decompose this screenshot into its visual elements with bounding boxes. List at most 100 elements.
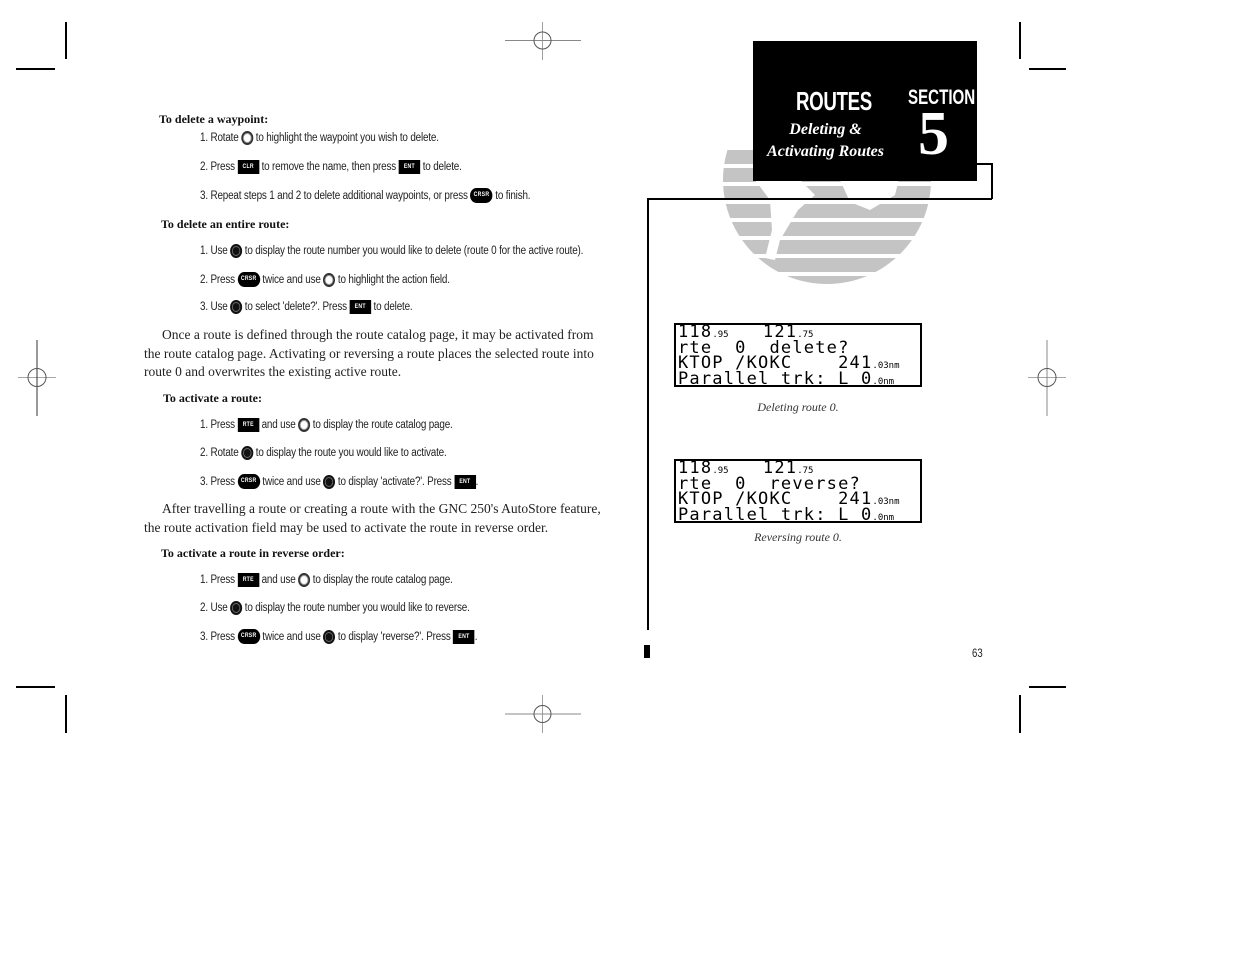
step-text: 2. Press <box>200 161 235 173</box>
step-text: to display the route catalog page. <box>312 419 453 431</box>
step-reverse-route-3: 3. Press CRSR twice and use to display '… <box>200 629 477 644</box>
section-subtitle: Deleting & Activating Routes <box>753 119 898 163</box>
section-number: 5 <box>918 100 949 168</box>
heading-reverse-route: To activate a route in reverse order: <box>161 546 345 560</box>
crop-mark <box>65 695 67 733</box>
frame-line <box>991 163 993 199</box>
step-text: to highlight the waypoint you wish to de… <box>255 132 439 144</box>
step-text: to display the route number you would li… <box>244 602 470 614</box>
step-reverse-route-2: 2. Use to display the route number you w… <box>200 601 470 615</box>
frame-line <box>647 198 992 200</box>
step-delete-route-1: 1. Use to display the route number you w… <box>200 244 583 258</box>
step-text: . <box>474 630 478 643</box>
step-text: and use <box>261 419 296 431</box>
step-delete-waypoint-2: 2. Press CLR to remove the name, then pr… <box>200 160 462 174</box>
step-activate-route-3: 3. Press CRSR twice and use to display '… <box>200 474 478 489</box>
outer-knob-icon <box>298 418 311 432</box>
step-text: to display the route number you would li… <box>244 245 584 257</box>
heading-delete-route: To delete an entire route: <box>161 217 290 231</box>
page-number: 63 <box>972 646 983 660</box>
step-text: to display 'reverse?'. Press <box>337 630 451 643</box>
step-text: 2. Rotate <box>200 447 239 459</box>
crop-mark <box>16 68 55 70</box>
step-text: and use <box>261 574 296 586</box>
caption-reverse: Reversing route 0. <box>754 530 842 544</box>
section-subtitle-line1: Deleting & <box>789 121 862 138</box>
registration-mark-right <box>1028 340 1066 416</box>
crop-mark <box>1029 686 1066 688</box>
step-delete-waypoint-3: 3. Repeat steps 1 and 2 to delete additi… <box>200 188 531 203</box>
step-text: to select 'delete?'. Press <box>244 301 347 313</box>
ent-key-icon: ENT <box>454 474 476 489</box>
step-text: to display 'activate?'. Press <box>337 475 452 488</box>
step-activate-route-2: 2. Rotate to display the route you would… <box>200 446 447 460</box>
registration-mark-left <box>18 340 56 416</box>
section-header: ROUTES Deleting & Activating Routes SECT… <box>753 41 977 181</box>
step-text: 1. Press <box>200 574 235 586</box>
registration-mark-top <box>505 22 581 60</box>
step-text: to remove the name, then press <box>261 161 397 173</box>
crsr-key-icon: CRSR <box>237 272 260 287</box>
ent-key-icon: ENT <box>453 629 475 644</box>
outer-knob-icon <box>323 272 336 287</box>
crop-mark <box>1019 695 1021 733</box>
inner-knob-icon <box>230 244 243 258</box>
step-text: 1. Use <box>200 245 228 257</box>
lcd-line-parallel-track: Parallel trk: L 0.0nm <box>678 368 895 389</box>
step-text: 3. Press <box>200 475 235 488</box>
frame-line <box>647 198 649 630</box>
paragraph-text: After travelling a route or creating a r… <box>144 501 601 535</box>
crsr-key-icon: CRSR <box>470 188 493 203</box>
lcd-screen-reverse: 118.95 121.75 rte 0 reverse? KTOP /KOKC … <box>674 459 922 523</box>
inner-knob-icon <box>323 629 336 644</box>
step-text: 3. Use <box>200 301 228 313</box>
crsr-key-icon: CRSR <box>237 629 260 644</box>
section-subtitle-line2: Activating Routes <box>767 143 884 160</box>
ent-key-icon: ENT <box>398 160 421 174</box>
ent-key-icon: ENT <box>349 300 371 314</box>
step-text: twice and use <box>262 475 321 488</box>
step-text: to display the route you would like to a… <box>255 447 447 459</box>
step-activate-route-1: 1. Press RTE and use to display the rout… <box>200 418 453 432</box>
inner-knob-icon <box>230 601 243 615</box>
inner-knob-icon <box>230 300 243 314</box>
step-text: twice and use <box>262 273 321 286</box>
lcd-line-parallel-track: Parallel trk: L 0.0nm <box>678 504 895 525</box>
step-text: to delete. <box>373 301 413 313</box>
lcd-screen-delete: 118.95 121.75 rte 0 delete? KTOP /KOKC 2… <box>674 323 922 387</box>
registration-mark-bottom <box>505 695 581 733</box>
step-text: 2. Use <box>200 602 228 614</box>
step-reverse-route-1: 1. Press RTE and use to display the rout… <box>200 573 453 587</box>
step-text: 1. Rotate <box>200 132 239 144</box>
step-text: to highlight the action field. <box>337 273 450 286</box>
paragraph-activation-intro: Once a route is defined through the rout… <box>144 326 602 382</box>
step-text: to display the route catalog page. <box>312 574 453 586</box>
step-delete-route-2: 2. Press CRSR twice and use to highlight… <box>200 272 450 287</box>
step-delete-route-3: 3. Use to select 'delete?'. Press ENT to… <box>200 300 413 314</box>
outer-knob-icon <box>298 573 311 587</box>
section-title: ROUTES <box>796 86 872 116</box>
inner-knob-icon <box>323 474 336 489</box>
step-text: twice and use <box>262 630 321 643</box>
heading-delete-waypoint: To delete a waypoint: <box>159 112 269 126</box>
crop-mark <box>1019 22 1021 59</box>
caption-delete: Deleting route 0. <box>757 400 839 414</box>
step-text: 3. Repeat steps 1 and 2 to delete additi… <box>200 189 468 202</box>
inner-knob-icon <box>241 446 254 460</box>
rte-key-icon: RTE <box>237 573 259 587</box>
step-delete-waypoint-1: 1. Rotate to highlight the waypoint you … <box>200 131 439 145</box>
outer-knob-icon <box>241 131 254 145</box>
step-text: 3. Press <box>200 630 235 643</box>
step-text: 1. Press <box>200 419 235 431</box>
heading-activate-route: To activate a route: <box>163 391 262 405</box>
rte-key-icon: RTE <box>237 418 259 432</box>
crop-mark <box>65 22 67 59</box>
step-text: . <box>475 475 479 488</box>
paragraph-text: Once a route is defined through the rout… <box>144 327 594 379</box>
step-text: 2. Press <box>200 273 235 286</box>
thumb-tab-marker <box>644 645 650 658</box>
clr-key-icon: CLR <box>237 160 259 174</box>
crsr-key-icon: CRSR <box>237 474 260 489</box>
crop-mark <box>1029 68 1066 70</box>
step-text: to finish. <box>495 189 531 202</box>
